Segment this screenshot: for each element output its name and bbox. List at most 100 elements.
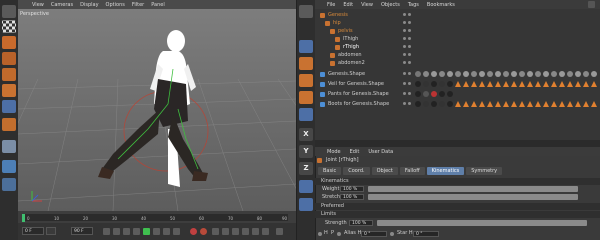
material-tag-icon[interactable] <box>575 71 581 77</box>
object-row[interactable]: Veil for Genesis.Shape <box>315 80 600 88</box>
scale-key-icon[interactable] <box>232 228 239 235</box>
prev-key-icon[interactable] <box>113 228 120 235</box>
timeline-ruler[interactable] <box>22 214 288 221</box>
object-row[interactable]: Genesis.Shape <box>315 70 600 78</box>
visibility-dot[interactable] <box>403 102 406 105</box>
warning-icon[interactable] <box>519 101 525 107</box>
material-tag-icon[interactable] <box>519 71 525 77</box>
visibility-dot[interactable] <box>403 61 406 64</box>
warning-icon[interactable] <box>511 101 517 107</box>
material-tag-icon[interactable] <box>551 71 557 77</box>
warning-icon[interactable] <box>503 101 509 107</box>
object-row[interactable]: pelvis <box>315 27 600 35</box>
material-tag-icon[interactable] <box>503 71 509 77</box>
visibility-dot[interactable] <box>408 102 411 105</box>
material-tag-icon[interactable] <box>495 71 501 77</box>
cube-icon[interactable] <box>2 36 16 49</box>
material-tag-icon[interactable] <box>423 91 429 97</box>
warning-icon[interactable] <box>495 101 501 107</box>
warning-icon[interactable] <box>583 81 589 87</box>
material-tag-icon[interactable] <box>511 71 517 77</box>
live-select-icon[interactable] <box>299 40 313 53</box>
material-tag-icon[interactable] <box>559 71 565 77</box>
viewport-menu-panel[interactable]: Panel <box>151 2 165 8</box>
warning-icon[interactable] <box>575 81 581 87</box>
coord-system-icon[interactable] <box>299 180 313 193</box>
playhead[interactable] <box>22 214 25 222</box>
warning-icon[interactable] <box>479 81 485 87</box>
material-tag-icon[interactable] <box>415 81 421 87</box>
grid-icon[interactable] <box>2 178 16 191</box>
panel-divider[interactable] <box>315 140 600 147</box>
weight-slider[interactable] <box>368 186 578 192</box>
material-tag-icon[interactable] <box>447 71 453 77</box>
om-menu-bookmarks[interactable]: Bookmarks <box>427 2 455 8</box>
warning-icon[interactable] <box>455 101 461 107</box>
warning-icon[interactable] <box>551 101 557 107</box>
checker-icon[interactable] <box>2 20 16 33</box>
param-key-icon[interactable] <box>252 228 259 235</box>
section-header[interactable]: Limits <box>315 211 600 218</box>
viewport-menu-cameras[interactable]: Cameras <box>51 2 73 8</box>
material-tag-icon[interactable] <box>431 101 437 107</box>
tab-object[interactable]: Object <box>371 167 398 175</box>
om-menu-edit[interactable]: Edit <box>343 2 353 8</box>
workplane-icon[interactable] <box>2 160 16 173</box>
x-axis-icon[interactable]: X <box>299 128 313 141</box>
y-axis-icon[interactable]: Y <box>299 145 313 158</box>
warning-icon[interactable] <box>575 101 581 107</box>
star-h-field[interactable]: 0 ° <box>413 231 439 237</box>
viewport-menu-filter[interactable]: Filter <box>132 2 144 8</box>
warning-icon[interactable] <box>471 101 477 107</box>
material-tag-icon[interactable] <box>487 71 493 77</box>
material-tag-icon[interactable] <box>583 71 589 77</box>
material-tag-icon[interactable] <box>447 81 453 87</box>
om-menu-tags[interactable]: Tags <box>408 2 419 8</box>
magnet-icon[interactable] <box>2 118 16 131</box>
z-axis-icon[interactable]: Z <box>299 162 313 175</box>
keyframe-selection-icon[interactable] <box>212 228 219 235</box>
am-menu-edit[interactable]: Edit <box>350 149 360 155</box>
material-tag-icon[interactable] <box>479 71 485 77</box>
tab-symmetry[interactable]: Symmetry <box>466 167 503 175</box>
timeline-menu-icon[interactable] <box>276 228 283 235</box>
cursor-icon[interactable] <box>299 5 313 18</box>
warning-icon[interactable] <box>487 101 493 107</box>
visibility-dot[interactable] <box>408 82 411 85</box>
visibility-dot[interactable] <box>408 72 411 75</box>
prev-frame-icon[interactable] <box>123 228 130 235</box>
pla-key-icon[interactable] <box>262 228 269 235</box>
material-tag-icon[interactable] <box>431 91 437 97</box>
tab-basic[interactable]: Basic <box>318 167 342 175</box>
am-menu-user-data[interactable]: User Data <box>368 149 393 155</box>
object-row[interactable]: abdomen2 <box>315 59 600 67</box>
material-tag-icon[interactable] <box>423 71 429 77</box>
warning-icon[interactable] <box>551 81 557 87</box>
scale-icon[interactable] <box>299 74 313 87</box>
object-row[interactable]: abdomen <box>315 51 600 59</box>
material-tag-icon[interactable] <box>463 71 469 77</box>
material-tag-icon[interactable] <box>471 71 477 77</box>
visibility-dot[interactable] <box>403 13 406 16</box>
material-tag-icon[interactable] <box>439 71 445 77</box>
warning-icon[interactable] <box>559 81 565 87</box>
material-tag-icon[interactable] <box>431 71 437 77</box>
search-icon[interactable] <box>588 1 595 8</box>
om-menu-objects[interactable]: Objects <box>381 2 400 8</box>
material-tag-icon[interactable] <box>415 101 421 107</box>
object-row[interactable]: hip <box>315 19 600 27</box>
visibility-dot[interactable] <box>408 13 411 16</box>
warning-icon[interactable] <box>463 101 469 107</box>
material-tag-icon[interactable] <box>543 71 549 77</box>
material-tag-icon[interactable] <box>591 71 597 77</box>
go-end-icon[interactable] <box>173 228 180 235</box>
polygon-icon[interactable] <box>2 100 16 113</box>
warning-icon[interactable] <box>519 81 525 87</box>
visibility-dot[interactable] <box>403 29 406 32</box>
warning-icon[interactable] <box>527 81 533 87</box>
play-back-icon[interactable] <box>133 228 140 235</box>
next-key-icon[interactable] <box>163 228 170 235</box>
material-tag-icon[interactable] <box>415 71 421 77</box>
next-frame-icon[interactable] <box>153 228 160 235</box>
move-icon[interactable] <box>299 57 313 70</box>
